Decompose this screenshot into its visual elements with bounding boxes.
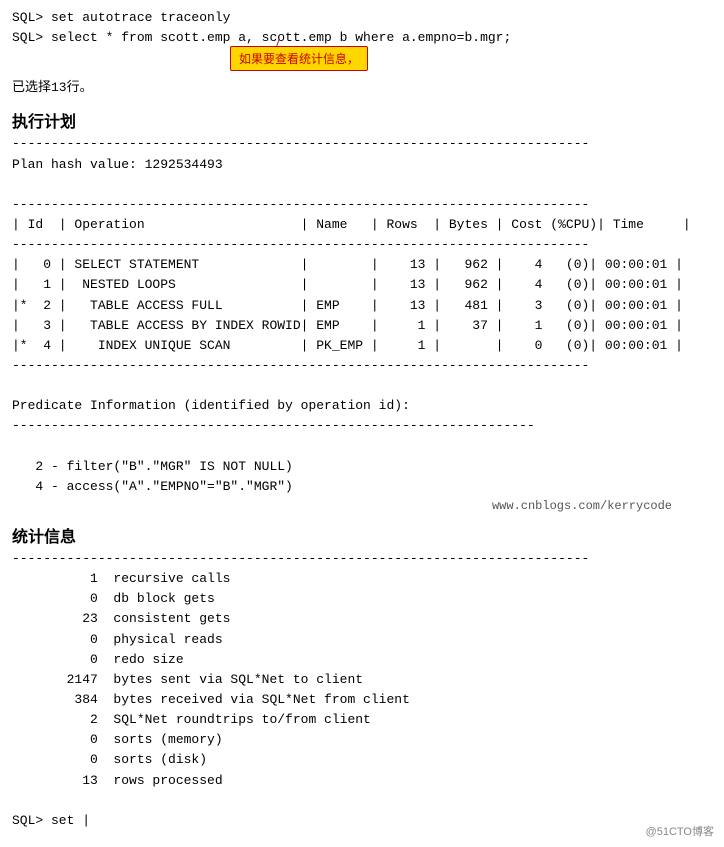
footer-badge: @51CTO博客 [646, 823, 714, 839]
plan-row2: |* 2 | TABLE ACCESS FULL | EMP | 13 | 48… [12, 296, 712, 316]
pred4: 4 - access("A"."EMPNO"="B"."MGR") [12, 477, 712, 497]
rows-selected: 已选择13行。 [12, 78, 712, 98]
pred2: 2 - filter("B"."MGR" IS NOT NULL) [12, 457, 712, 477]
stat7: 384 bytes received via SQL*Net from clie… [12, 690, 712, 710]
stat1: 1 recursive calls [12, 569, 712, 589]
stat8: 2 SQL*Net roundtrips to/from client [12, 710, 712, 730]
terminal-window: SQL> set autotrace traceonly SQL> select… [0, 0, 724, 847]
divider4: ----------------------------------------… [12, 356, 712, 376]
watermark: www.cnblogs.com/kerrycode [12, 499, 712, 513]
blank3 [12, 437, 712, 457]
stat11: 13 rows processed [12, 771, 712, 791]
stat5: 0 redo size [12, 650, 712, 670]
plan-hash: Plan hash value: 1292534493 [12, 155, 712, 175]
stat3: 23 consistent gets [12, 609, 712, 629]
exec-plan-title: 执行计划 [12, 108, 712, 132]
divider6: ----------------------------------------… [12, 549, 712, 569]
divider1: ----------------------------------------… [12, 134, 712, 154]
blank4 [12, 791, 712, 811]
divider5: ----------------------------------------… [12, 416, 712, 436]
sql-set2-line: SQL> set | [12, 811, 712, 831]
plan-row3: | 3 | TABLE ACCESS BY INDEX ROWID| EMP |… [12, 316, 712, 336]
stat10: 0 sorts (disk) [12, 750, 712, 770]
predicate-title: Predicate Information (identified by ope… [12, 396, 712, 416]
divider3: ----------------------------------------… [12, 235, 712, 255]
table-header: | Id | Operation | Name | Rows | Bytes |… [12, 215, 712, 235]
stat6: 2147 bytes sent via SQL*Net to client [12, 670, 712, 690]
divider2: ----------------------------------------… [12, 195, 712, 215]
blank1 [12, 175, 712, 195]
plan-row4: |* 4 | INDEX UNIQUE SCAN | PK_EMP | 1 | … [12, 336, 712, 356]
blank2 [12, 376, 712, 396]
plan-row1: | 1 | NESTED LOOPS | | 13 | 962 | 4 (0)|… [12, 275, 712, 295]
stat9: 0 sorts (memory) [12, 730, 712, 750]
stat4: 0 physical reads [12, 630, 712, 650]
sql-set-line: SQL> set autotrace traceonly [12, 8, 712, 28]
plan-row0: | 0 | SELECT STATEMENT | | 13 | 962 | 4 … [12, 255, 712, 275]
annotation-box: 如果要查看统计信息， [230, 46, 368, 71]
stat2: 0 db block gets [12, 589, 712, 609]
stats-title: 统计信息 [12, 523, 712, 547]
